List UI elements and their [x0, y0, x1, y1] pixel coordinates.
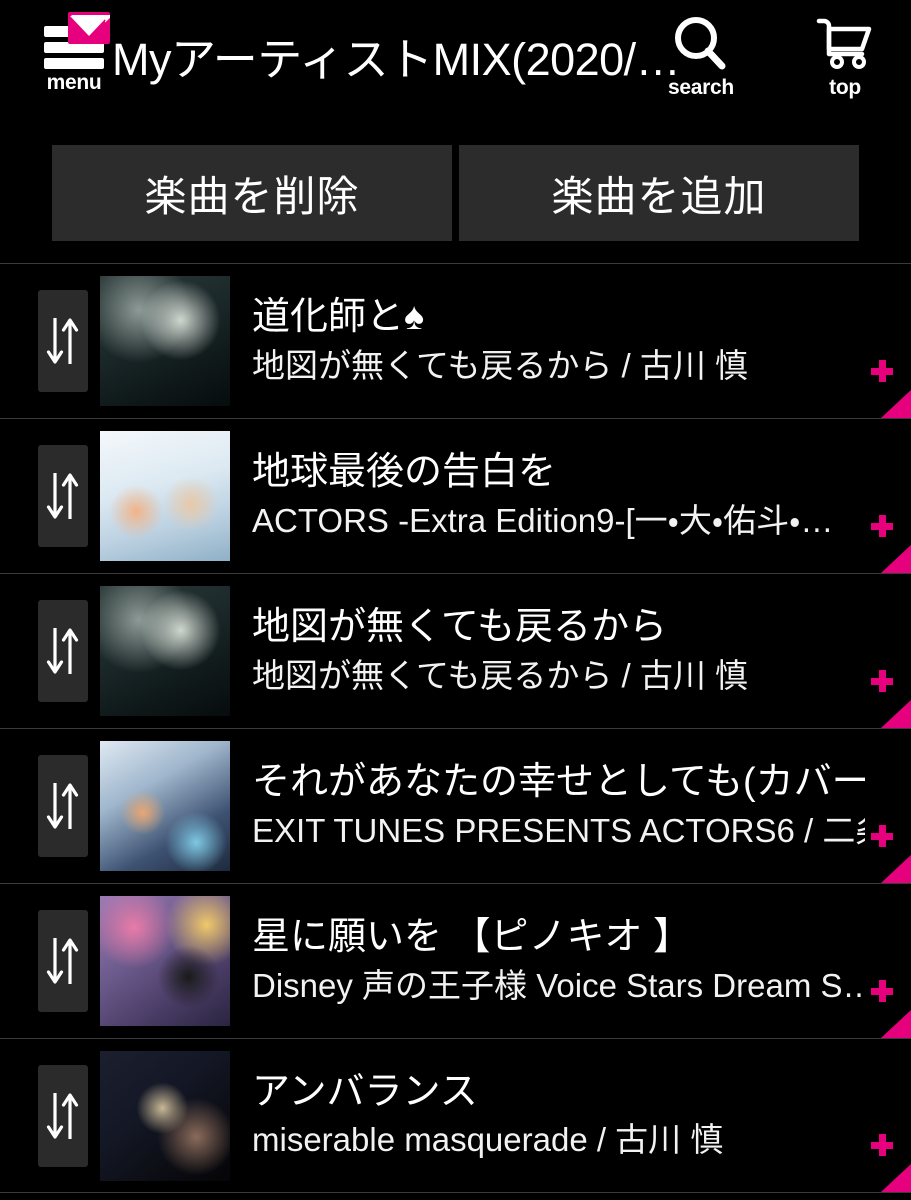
song-meta: アンバランス miserable masquerade / 古川 慎	[252, 1069, 911, 1162]
top-button[interactable]: top	[799, 14, 891, 98]
app-header: menu MyアーティストMIX(2020/… search top	[0, 0, 911, 125]
up-down-arrows-icon	[46, 628, 79, 674]
search-icon	[675, 17, 726, 70]
reorder-handle[interactable]	[38, 910, 88, 1012]
song-subtitle: ACTORS -Extra Edition9-[一・大・佑斗・…	[252, 501, 834, 539]
artwork-miserable-masquerade[interactable]	[100, 1050, 230, 1181]
menu-button[interactable]: menu	[36, 12, 112, 94]
hamburger-menu-icon	[42, 12, 110, 70]
plus-icon	[871, 670, 893, 692]
artwork-actors6[interactable]	[100, 741, 230, 871]
reorder-handle[interactable]	[38, 755, 88, 857]
song-title: アンバランス	[252, 1070, 478, 1113]
delete-songs-button[interactable]: 楽曲を削除	[52, 145, 452, 241]
song-row-6[interactable]: アンバランス miserable masquerade / 古川 慎	[0, 1038, 911, 1193]
reorder-handle[interactable]	[38, 445, 88, 547]
song-meta: 道化師と♠ 地図が無くても戻るから / 古川 慎	[252, 294, 911, 387]
add-to-cart-corner[interactable]	[863, 825, 911, 883]
song-title: 道化師と♠	[252, 296, 425, 339]
search-button-label: search	[668, 76, 734, 99]
song-meta: 星に願いを 【ピノキオ 】 Disney 声の王子様 Voice Stars D…	[252, 914, 911, 1007]
song-row-5[interactable]: 星に願いを 【ピノキオ 】 Disney 声の王子様 Voice Stars D…	[0, 883, 911, 1038]
song-meta: 地球最後の告白を ACTORS -Extra Edition9-[一・大・佑斗・…	[252, 449, 911, 542]
song-subtitle: miserable masquerade / 古川 慎	[252, 1121, 724, 1159]
top-button-label: top	[829, 76, 861, 99]
envelope-icon	[68, 12, 110, 44]
corner-triangle-icon	[881, 1164, 911, 1192]
up-down-arrows-icon	[46, 938, 79, 984]
song-title: 地図が無くても戻るから	[252, 606, 667, 649]
search-button[interactable]: search	[655, 14, 747, 98]
artwork-disney-voice-stars[interactable]	[100, 896, 230, 1026]
song-title: 地球最後の告白を	[252, 451, 557, 494]
up-down-arrows-icon	[46, 473, 79, 519]
song-title: 星に願いを 【ピノキオ 】	[252, 916, 692, 959]
artwork-chizu-ga-nakutemo[interactable]	[100, 586, 230, 716]
page-title: MyアーティストMIX(2020/…	[112, 34, 681, 85]
song-row-4[interactable]: それがあなたの幸せとしても(カバー) EXIT TUNES PRESENTS A…	[0, 728, 911, 883]
song-subtitle: Disney 声の王子様 Voice Stars Dream S…	[252, 966, 865, 1004]
plus-icon	[871, 515, 893, 537]
shopping-cart-icon	[816, 18, 872, 69]
song-list: 道化師と♠ 地図が無くても戻るから / 古川 慎 地球最後の告白を ACTORS…	[0, 263, 911, 1193]
song-row-3[interactable]: 地図が無くても戻るから 地図が無くても戻るから / 古川 慎	[0, 573, 911, 728]
reorder-handle[interactable]	[38, 600, 88, 702]
corner-triangle-icon	[881, 700, 911, 728]
add-to-cart-corner[interactable]	[863, 515, 911, 573]
add-songs-button[interactable]: 楽曲を追加	[459, 145, 859, 241]
menu-button-label: menu	[46, 71, 102, 94]
plus-icon	[871, 360, 893, 382]
up-down-arrows-icon	[46, 318, 79, 364]
song-subtitle: 地図が無くても戻るから / 古川 慎	[252, 346, 749, 384]
plus-icon	[871, 825, 893, 847]
corner-triangle-icon	[881, 855, 911, 883]
corner-triangle-icon	[881, 1010, 911, 1038]
reorder-handle[interactable]	[38, 290, 88, 392]
song-row-2[interactable]: 地球最後の告白を ACTORS -Extra Edition9-[一・大・佑斗・…	[0, 418, 911, 573]
reorder-handle[interactable]	[38, 1064, 88, 1167]
song-subtitle: 地図が無くても戻るから / 古川 慎	[252, 656, 749, 694]
song-meta: それがあなたの幸せとしても(カバー) EXIT TUNES PRESENTS A…	[252, 759, 911, 852]
corner-triangle-icon	[881, 545, 911, 573]
add-to-cart-corner[interactable]	[863, 1134, 911, 1192]
song-row-1[interactable]: 道化師と♠ 地図が無くても戻るから / 古川 慎	[0, 263, 911, 418]
up-down-arrows-icon	[46, 783, 79, 829]
plus-icon	[871, 980, 893, 1002]
song-title: それがあなたの幸せとしても(カバー)	[252, 761, 865, 804]
corner-triangle-icon	[881, 390, 911, 418]
up-down-arrows-icon	[46, 1092, 79, 1139]
add-to-cart-corner[interactable]	[863, 670, 911, 728]
action-button-bar: 楽曲を削除 楽曲を追加	[0, 145, 911, 241]
plus-icon	[871, 1134, 893, 1156]
song-meta: 地図が無くても戻るから 地図が無くても戻るから / 古川 慎	[252, 604, 911, 697]
song-subtitle: EXIT TUNES PRESENTS ACTORS6 / 二条…	[252, 811, 865, 849]
artwork-dokeshi-to-spade[interactable]	[100, 276, 230, 406]
add-to-cart-corner[interactable]	[863, 980, 911, 1038]
header-icon-group: search top	[655, 14, 891, 98]
artwork-actors-extra-edition9[interactable]	[100, 431, 230, 561]
add-to-cart-corner[interactable]	[863, 360, 911, 418]
